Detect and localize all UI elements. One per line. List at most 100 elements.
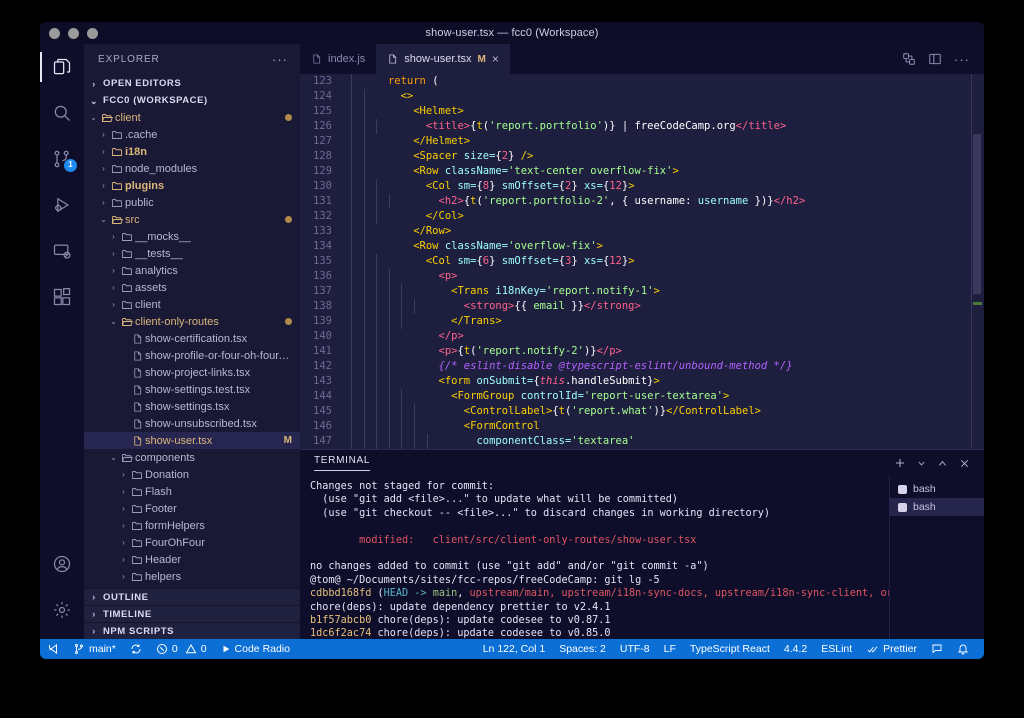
terminal-output[interactable]: Changes not staged for commit: (use "git…: [300, 476, 889, 639]
code-editor[interactable]: 123 return (124 <>125 <Helmet>126 <title…: [300, 74, 984, 449]
status-prettier[interactable]: Prettier: [859, 639, 924, 659]
status-bar-right: Ln 122, Col 1 Spaces: 2 UTF-8 LF TypeScr…: [476, 639, 984, 659]
status-branch[interactable]: main*: [66, 639, 123, 659]
tree-folder-item[interactable]: ⌄src: [84, 211, 300, 228]
terminal-text: (use "git add <file>..." to update what …: [310, 494, 678, 505]
tree-file-item[interactable]: show-project-links.tsx: [84, 364, 300, 381]
status-remote-indicator[interactable]: [40, 639, 66, 659]
more-icon[interactable]: ···: [954, 53, 970, 66]
indent-guide: [364, 254, 365, 269]
terminal-tab[interactable]: bash: [890, 498, 984, 516]
minimize-window-button[interactable]: [68, 28, 79, 39]
sidebar-section-label: TIMELINE: [103, 609, 152, 620]
status-code-radio[interactable]: Code Radio: [214, 639, 297, 659]
sidebar-more-actions-icon[interactable]: ···: [272, 52, 288, 67]
indent-guide: [351, 314, 352, 329]
layout-icon[interactable]: [928, 52, 942, 66]
tree-file-item[interactable]: show-certification.tsx: [84, 330, 300, 347]
editor-tab[interactable]: index.js: [300, 44, 376, 74]
activity-item-search[interactable]: [40, 90, 84, 136]
tree-folder-item[interactable]: ⌄components: [84, 449, 300, 466]
editor-tab[interactable]: show-user.tsxM×: [376, 44, 510, 74]
status-feedback[interactable]: [924, 639, 950, 659]
line-number: 139: [300, 314, 344, 329]
tree-file-item[interactable]: show-user.tsxM: [84, 432, 300, 449]
tree-folder-item[interactable]: ›Footer: [84, 500, 300, 517]
chevron-down-icon[interactable]: [917, 459, 926, 468]
chevron-right-icon: ›: [88, 79, 100, 89]
editor-scrollbar[interactable]: [970, 74, 984, 449]
activity-item-extensions[interactable]: [40, 274, 84, 320]
activity-item-accounts[interactable]: [40, 541, 84, 587]
indent-guide: [351, 344, 352, 359]
tree-folder-item[interactable]: ›__mocks__: [84, 228, 300, 245]
indent-guide: [351, 104, 352, 119]
tree-file-item[interactable]: show-profile-or-four-oh-four.t...: [84, 347, 300, 364]
tree-folder-item[interactable]: ›__tests__: [84, 245, 300, 262]
activity-item-remote-explorer[interactable]: [40, 228, 84, 274]
tree-folder-item[interactable]: ›client: [84, 296, 300, 313]
status-eol[interactable]: LF: [657, 639, 683, 659]
status-ts-version[interactable]: 4.4.2: [777, 639, 814, 659]
tree-folder-item[interactable]: ›assets: [84, 279, 300, 296]
sidebar-tree-container[interactable]: ›OPEN EDITORS⌄FCC0 (WORKSPACE) ⌄client›.…: [84, 75, 300, 588]
tree-folder-item[interactable]: ›plugins: [84, 177, 300, 194]
activity-item-manage[interactable]: [40, 587, 84, 633]
status-problems[interactable]: 0 0: [149, 639, 214, 659]
code-line: 133 </Row>: [300, 224, 984, 239]
sidebar-section-npm-scripts[interactable]: ›NPM SCRIPTS: [84, 622, 300, 639]
activity-item-source-control[interactable]: 1: [40, 136, 84, 182]
tree-folder-item[interactable]: ›.cache: [84, 126, 300, 143]
code-token: className=: [439, 165, 509, 177]
window-controls[interactable]: [40, 28, 98, 39]
status-indentation[interactable]: Spaces: 2: [552, 639, 613, 659]
sync-icon: [130, 643, 142, 655]
activity-item-run-and-debug[interactable]: [40, 182, 84, 228]
close-panel-icon[interactable]: [959, 458, 970, 469]
sidebar-section-fcc0-workspace[interactable]: ⌄FCC0 (WORKSPACE): [84, 92, 300, 109]
status-language-mode[interactable]: TypeScript React: [683, 639, 777, 659]
indent-guide: [364, 119, 365, 134]
tree-file-item[interactable]: show-settings.tsx: [84, 398, 300, 415]
indent-guide: [414, 419, 415, 434]
code-token: <h2>: [439, 195, 464, 207]
editor-scrollbar-thumb[interactable]: [973, 134, 981, 294]
zoom-window-button[interactable]: [87, 28, 98, 39]
tab-terminal[interactable]: TERMINAL: [314, 455, 370, 471]
tree-file-item[interactable]: show-settings.test.tsx: [84, 381, 300, 398]
maximize-panel-icon[interactable]: [937, 458, 948, 469]
split-editor-icon[interactable]: [902, 52, 916, 66]
sidebar-section-timeline[interactable]: ›TIMELINE: [84, 605, 300, 622]
folder-icon: [119, 282, 135, 294]
status-sync[interactable]: [123, 639, 149, 659]
line-number: 137: [300, 284, 344, 299]
tree-folder-item[interactable]: ›Flash: [84, 483, 300, 500]
status-encoding[interactable]: UTF-8: [613, 639, 657, 659]
tree-folder-item[interactable]: ›FourOhFour: [84, 534, 300, 551]
terminal-text: main: [433, 588, 458, 599]
tree-folder-item[interactable]: ›helpers: [84, 568, 300, 585]
tree-folder-item[interactable]: ›formHelpers: [84, 517, 300, 534]
terminal-tab[interactable]: bash: [890, 480, 984, 498]
sidebar-section-open-editors[interactable]: ›OPEN EDITORS: [84, 75, 300, 92]
tree-file-item[interactable]: show-unsubscribed.tsx: [84, 415, 300, 432]
indent-guide: [351, 179, 352, 194]
tree-folder-item[interactable]: ›node_modules: [84, 160, 300, 177]
tree-folder-item[interactable]: ›i18n: [84, 143, 300, 160]
activity-item-explorer[interactable]: [40, 44, 84, 90]
tree-folder-item[interactable]: ›Donation: [84, 466, 300, 483]
folder-icon: [109, 146, 125, 158]
close-icon[interactable]: ×: [492, 53, 499, 65]
workbench: 1: [40, 44, 984, 639]
tree-folder-item[interactable]: ›Header: [84, 551, 300, 568]
close-window-button[interactable]: [49, 28, 60, 39]
tree-folder-item[interactable]: ⌄client-only-routes: [84, 313, 300, 330]
tree-folder-item[interactable]: ⌄client: [84, 109, 300, 126]
add-terminal-icon[interactable]: [894, 457, 906, 469]
status-eslint[interactable]: ESLint: [814, 639, 859, 659]
status-notifications[interactable]: [950, 639, 976, 659]
tree-folder-item[interactable]: ›analytics: [84, 262, 300, 279]
sidebar-section-outline[interactable]: ›OUTLINE: [84, 588, 300, 605]
tree-folder-item[interactable]: ›public: [84, 194, 300, 211]
status-cursor-position[interactable]: Ln 122, Col 1: [476, 639, 552, 659]
